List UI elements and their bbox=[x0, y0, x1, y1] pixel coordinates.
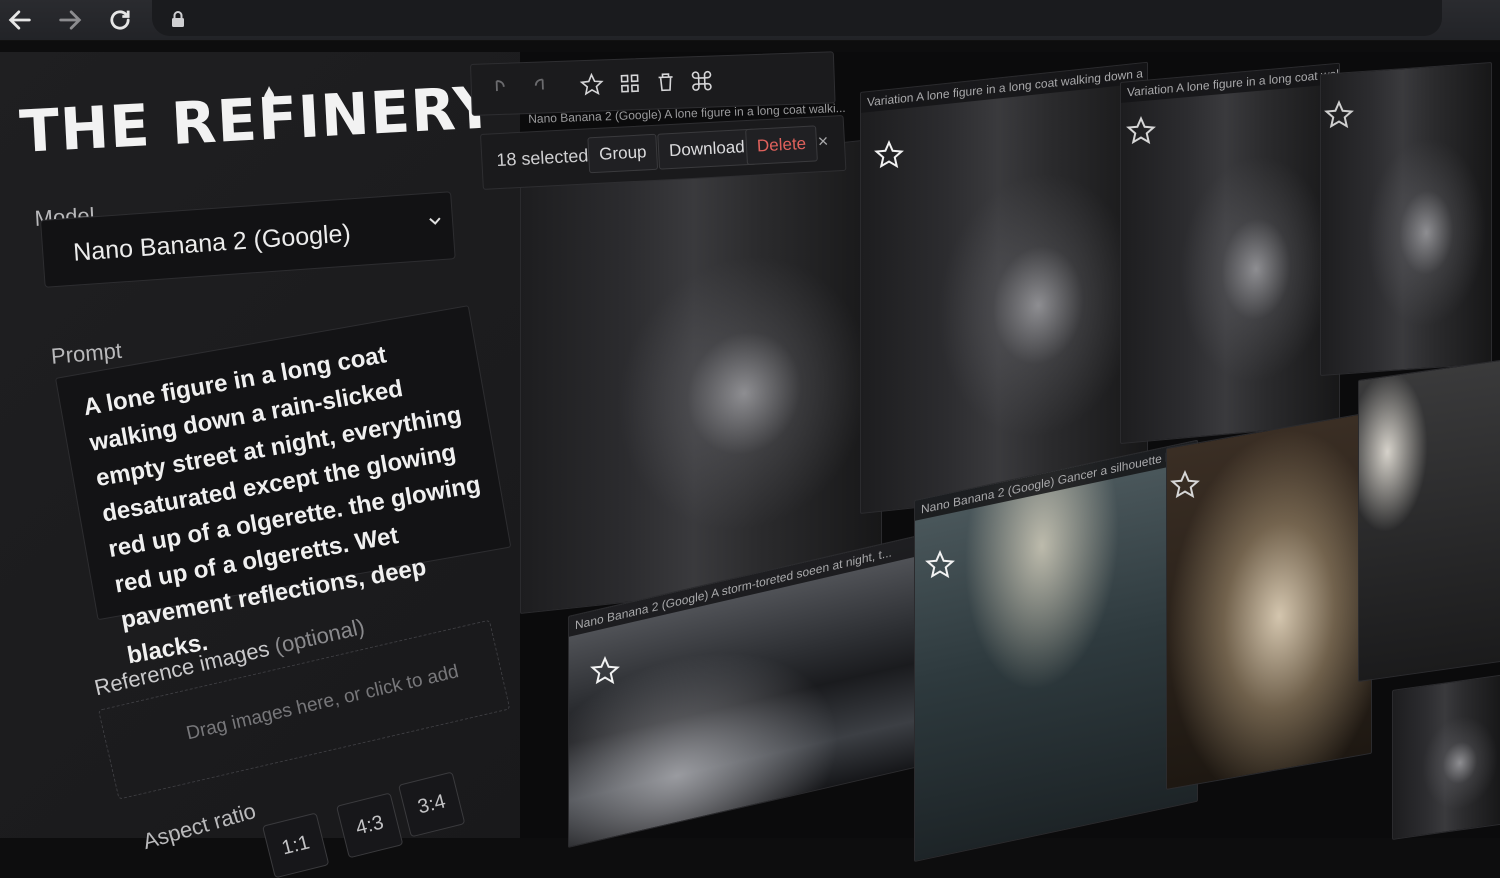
gallery-image-motorcycle[interactable] bbox=[1358, 359, 1500, 682]
lock-icon bbox=[172, 11, 184, 27]
gallery-image-partial[interactable] bbox=[1392, 674, 1500, 840]
gallery-image-shower-silhouette[interactable]: Nano Banana 2 (Google) Gancer a silhouet… bbox=[914, 439, 1198, 862]
delete-button[interactable]: Delete bbox=[745, 125, 819, 166]
reload-icon[interactable] bbox=[106, 6, 134, 34]
download-button[interactable]: Download bbox=[657, 128, 757, 170]
group-button[interactable]: Group bbox=[587, 133, 659, 174]
trash-icon[interactable] bbox=[653, 70, 678, 95]
star-icon[interactable] bbox=[579, 72, 604, 97]
grid-icon[interactable] bbox=[617, 71, 642, 96]
address-bar[interactable] bbox=[152, 0, 1442, 36]
close-selection-icon[interactable]: × bbox=[817, 131, 829, 153]
favorite-star-icon[interactable] bbox=[874, 140, 904, 170]
command-icon[interactable] bbox=[689, 69, 714, 94]
model-select-value: Nano Banana 2 (Google) bbox=[72, 219, 352, 267]
favorite-star-icon[interactable] bbox=[1126, 116, 1156, 146]
browser-toolbar bbox=[0, 0, 1500, 41]
undo-icon[interactable] bbox=[487, 76, 512, 101]
favorite-star-icon[interactable] bbox=[1324, 100, 1354, 130]
gallery-image-old-book[interactable] bbox=[1166, 411, 1372, 790]
redo-icon[interactable] bbox=[527, 74, 552, 99]
gallery-image-street-selected[interactable] bbox=[520, 137, 882, 614]
favorite-star-icon[interactable] bbox=[1170, 470, 1200, 500]
favorite-star-icon[interactable] bbox=[925, 550, 955, 580]
gallery-image-street-variation[interactable]: Variation A lone figure in a long coat w… bbox=[860, 61, 1148, 514]
forward-arrow-icon[interactable] bbox=[56, 6, 84, 34]
selected-count: 18 selected bbox=[495, 145, 589, 171]
back-arrow-icon[interactable] bbox=[6, 6, 34, 34]
chevron-down-icon bbox=[429, 217, 441, 225]
favorite-star-icon[interactable] bbox=[590, 656, 620, 686]
